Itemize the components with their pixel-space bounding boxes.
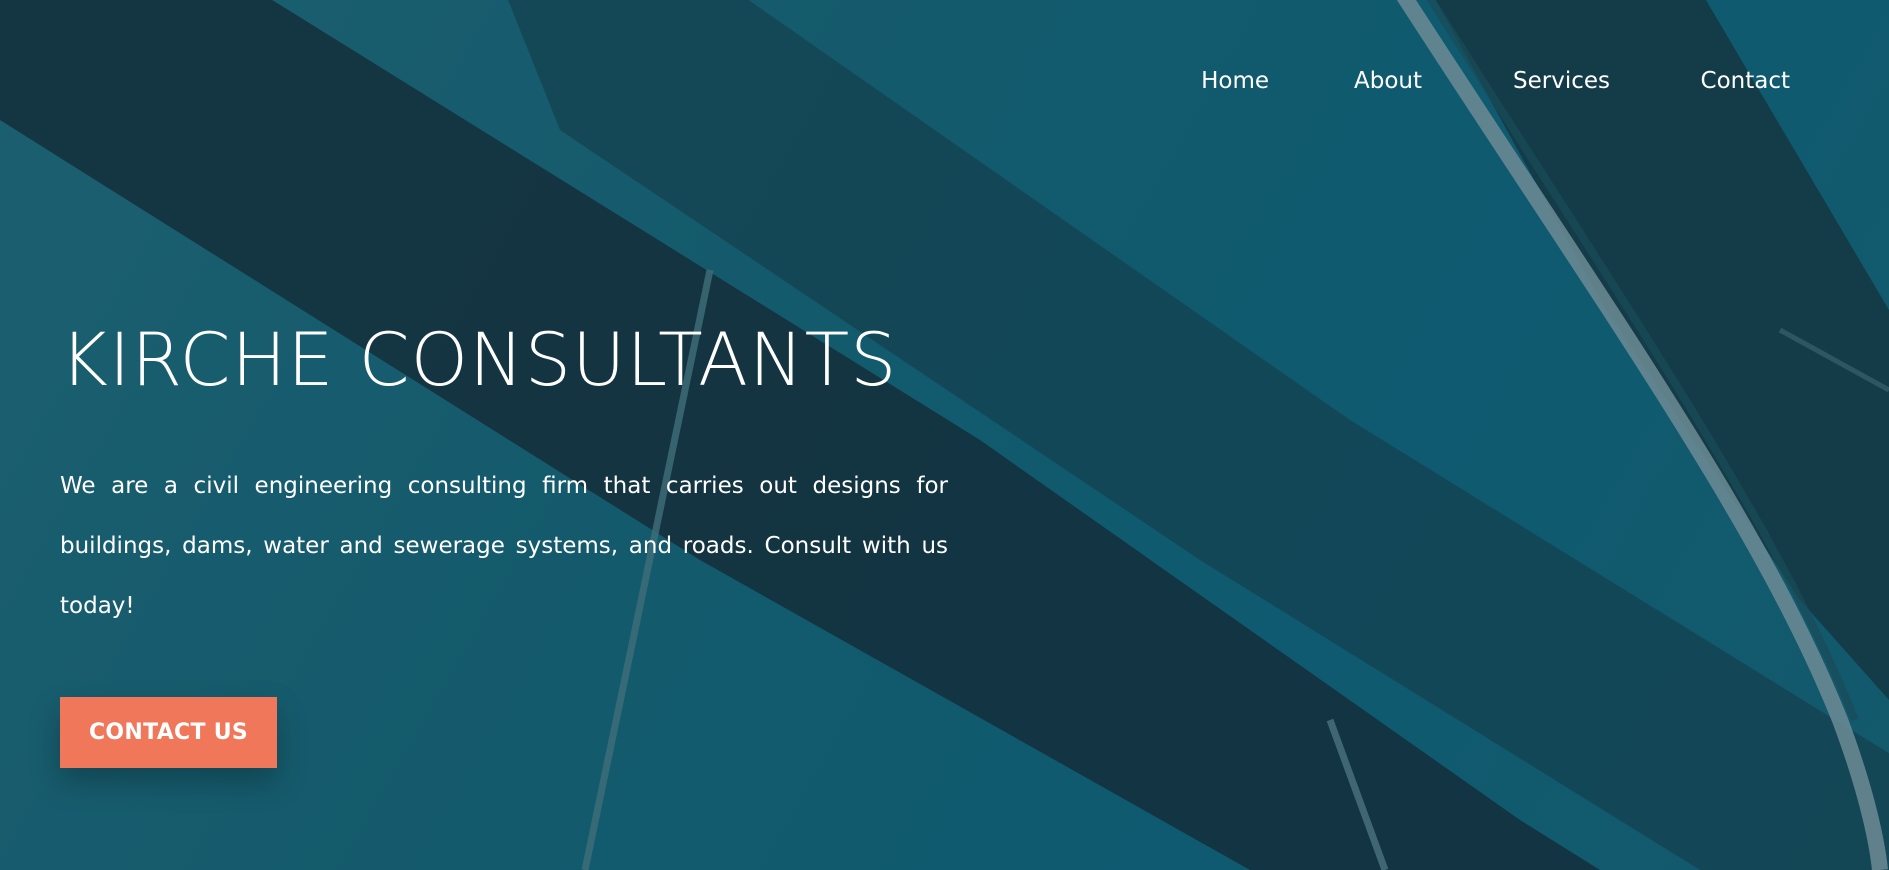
nav-about-link[interactable]: About — [1354, 68, 1422, 94]
nav-home-link[interactable]: Home — [1201, 68, 1269, 94]
nav-services-link[interactable]: Services — [1513, 68, 1610, 94]
background-beams-image — [0, 0, 1889, 870]
hero-description: We are a civil engineering consulting fi… — [60, 473, 948, 619]
contact-us-button[interactable]: CONTACT US — [60, 697, 277, 768]
page-title: KIRCHE CONSULTANTS — [60, 318, 898, 403]
nav-contact-link[interactable]: Contact — [1701, 68, 1790, 94]
hero-section: Home About Services Contact KIRCHE CONSU… — [0, 0, 1889, 870]
